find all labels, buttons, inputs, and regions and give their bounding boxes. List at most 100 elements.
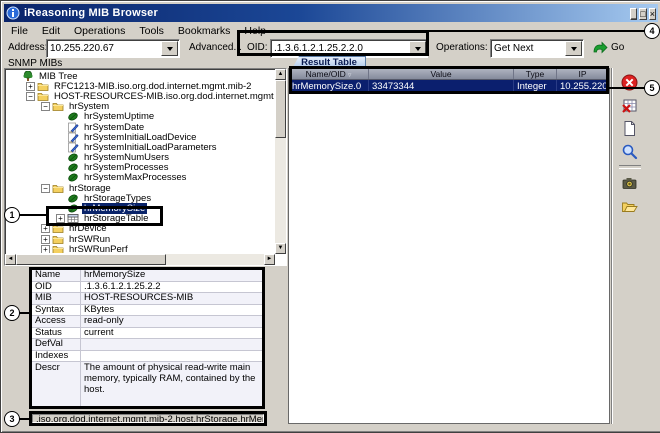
tree-node-hrsystemmaxprocesses[interactable]: hrSystemMaxProcesses bbox=[7, 173, 274, 183]
result-side-toolbar bbox=[611, 68, 647, 424]
scroll-up-icon[interactable]: ▲ bbox=[275, 69, 286, 80]
minimize-button[interactable]: _ bbox=[630, 8, 637, 20]
tree-node-hrsystemuptime[interactable]: hrSystemUptime bbox=[7, 112, 274, 122]
collapse-minus-icon[interactable]: − bbox=[26, 92, 35, 101]
window-title: iReasoning MIB Browser bbox=[24, 7, 628, 19]
tree-node-hrstorage[interactable]: −hrStorage bbox=[7, 183, 274, 193]
expand-spacer bbox=[56, 163, 65, 172]
expand-spacer bbox=[56, 112, 65, 121]
info-value bbox=[81, 351, 262, 362]
menu-bookmarks[interactable]: Bookmarks bbox=[171, 24, 238, 38]
go-label: Go bbox=[611, 42, 624, 53]
annotation-line-4 bbox=[428, 30, 645, 32]
close-button[interactable]: × bbox=[649, 8, 656, 20]
info-value: KBytes bbox=[81, 305, 262, 316]
callout-3: 3 bbox=[4, 411, 20, 427]
folder-icon bbox=[52, 101, 64, 112]
expand-spacer bbox=[11, 72, 20, 81]
node-info-table: NamehrMemorySizeOID.1.3.6.1.2.1.25.2.2MI… bbox=[29, 267, 265, 409]
tree-node-hrsysteminitialloaddevice[interactable]: hrSystemInitialLoadDevice bbox=[7, 132, 274, 142]
status-bar: .iso.org.dod.internet.mgmt.mib-2.host.hr… bbox=[29, 411, 267, 426]
info-value: read-only bbox=[81, 316, 262, 327]
callout-4: 4 bbox=[644, 23, 660, 39]
new-document-icon[interactable] bbox=[621, 120, 638, 137]
menu-tools[interactable]: Tools bbox=[132, 24, 171, 38]
info-value: hrMemorySize bbox=[81, 270, 262, 281]
expand-spacer bbox=[56, 123, 65, 132]
tree-node-hrsystem[interactable]: −hrSystem bbox=[7, 102, 274, 112]
toolbar-separator bbox=[619, 165, 641, 169]
info-row-status: Statuscurrent bbox=[32, 328, 262, 340]
scrollbar-thumb[interactable] bbox=[275, 80, 286, 138]
go-arrow-icon bbox=[592, 40, 608, 54]
tree-node-hrswrunperf[interactable]: +hrSWRunPerf bbox=[7, 244, 274, 253]
info-value: current bbox=[81, 328, 262, 339]
tree-icon bbox=[22, 71, 34, 82]
info-label: DefVal bbox=[32, 339, 81, 350]
info-row-defval: DefVal bbox=[32, 339, 262, 351]
folder-icon bbox=[52, 183, 64, 194]
camera-icon[interactable] bbox=[621, 175, 638, 192]
clear-table-icon[interactable] bbox=[621, 97, 638, 114]
info-row-descr: DescrThe amount of physical read-write m… bbox=[32, 362, 262, 409]
tree-node-hrsystemnumusers[interactable]: hrSystemNumUsers bbox=[7, 153, 274, 163]
scroll-left-icon[interactable]: ◄ bbox=[5, 254, 16, 265]
app-window: iReasoning MIB Browser _□× FileEditOpera… bbox=[0, 0, 660, 433]
scroll-down-icon[interactable]: ▼ bbox=[275, 243, 286, 254]
annotation-box-4 bbox=[237, 30, 429, 56]
tree-node-host-resources-mib-iso-org-dod-internet-mgmt-mib-2-host[interactable]: −HOST-RESOURCES-MIB.iso.org.dod.internet… bbox=[7, 91, 274, 101]
callout-5: 5 bbox=[644, 80, 660, 96]
app-icon bbox=[6, 6, 20, 20]
info-label: Descr bbox=[32, 362, 81, 409]
open-folder-icon[interactable] bbox=[621, 198, 638, 215]
address-value[interactable]: 10.255.220.67 bbox=[47, 43, 160, 54]
tree-node-hrswrun[interactable]: +hrSWRun bbox=[7, 234, 274, 244]
expand-plus-icon[interactable]: + bbox=[41, 235, 50, 244]
tree-node-mib-tree[interactable]: MIB Tree bbox=[7, 71, 274, 81]
expand-spacer bbox=[56, 194, 65, 203]
annotation-line-2 bbox=[19, 312, 30, 314]
tree-node-hrsysteminitialloadparameters[interactable]: hrSystemInitialLoadParameters bbox=[7, 142, 274, 152]
address-label: Address: bbox=[8, 42, 47, 53]
info-row-syntax: SyntaxKBytes bbox=[32, 305, 262, 317]
annotation-line-3 bbox=[19, 418, 30, 420]
tree-node-hrstoragetypes[interactable]: hrStorageTypes bbox=[7, 193, 274, 203]
chevron-down-icon[interactable] bbox=[161, 41, 178, 56]
address-combobox[interactable]: 10.255.220.67 bbox=[46, 39, 180, 58]
menu-file[interactable]: File bbox=[4, 24, 35, 38]
info-label: Name bbox=[32, 270, 81, 281]
collapse-minus-icon[interactable]: − bbox=[41, 102, 50, 111]
search-icon[interactable] bbox=[621, 143, 638, 160]
collapse-minus-icon[interactable]: − bbox=[41, 184, 50, 193]
tree-node-rfc1213-mib-iso-org-dod-internet-mgmt-mib-2[interactable]: +RFC1213-MIB.iso.org.dod.internet.mgmt.m… bbox=[7, 81, 274, 91]
result-table: Name/OID▿ValueTypeIP hrMemorySize.033473… bbox=[288, 68, 610, 424]
menu-operations[interactable]: Operations bbox=[67, 24, 132, 38]
operations-combobox[interactable]: Get Next bbox=[490, 39, 584, 58]
go-button[interactable]: Go bbox=[592, 40, 624, 54]
tree-node-hrsystemprocesses[interactable]: hrSystemProcesses bbox=[7, 163, 274, 173]
callout-1: 1 bbox=[4, 207, 20, 223]
chevron-down-icon[interactable] bbox=[565, 41, 582, 56]
info-label: Syntax bbox=[32, 305, 81, 316]
folder-icon bbox=[52, 244, 64, 253]
callout-2: 2 bbox=[4, 305, 20, 321]
operations-value[interactable]: Get Next bbox=[491, 43, 564, 54]
expand-plus-icon[interactable]: + bbox=[26, 82, 35, 91]
scroll-right-icon[interactable]: ► bbox=[264, 254, 275, 265]
status-text: .iso.org.dod.internet.mgmt.mib-2.host.hr… bbox=[32, 414, 264, 423]
scrollbar-thumb[interactable] bbox=[16, 254, 166, 265]
folder-icon bbox=[37, 91, 49, 102]
tree-node-hrsystemdate[interactable]: hrSystemDate bbox=[7, 122, 274, 132]
tree-horizontal-scrollbar[interactable]: ◄ ► bbox=[5, 254, 275, 265]
info-row-name: NamehrMemorySize bbox=[32, 270, 262, 282]
info-label: OID bbox=[32, 282, 81, 293]
expand-spacer bbox=[56, 173, 65, 182]
maximize-button[interactable]: □ bbox=[639, 8, 646, 20]
info-label: MIB bbox=[32, 293, 81, 304]
menu-edit[interactable]: Edit bbox=[35, 24, 67, 38]
operations-label: Operations: bbox=[436, 42, 488, 53]
info-row-access: Accessread-only bbox=[32, 316, 262, 328]
mib-tree-panel: MIB Tree+RFC1213-MIB.iso.org.dod.interne… bbox=[4, 68, 287, 266]
tree-vertical-scrollbar[interactable]: ▲ ▼ bbox=[275, 69, 286, 254]
expand-plus-icon[interactable]: + bbox=[41, 245, 50, 253]
